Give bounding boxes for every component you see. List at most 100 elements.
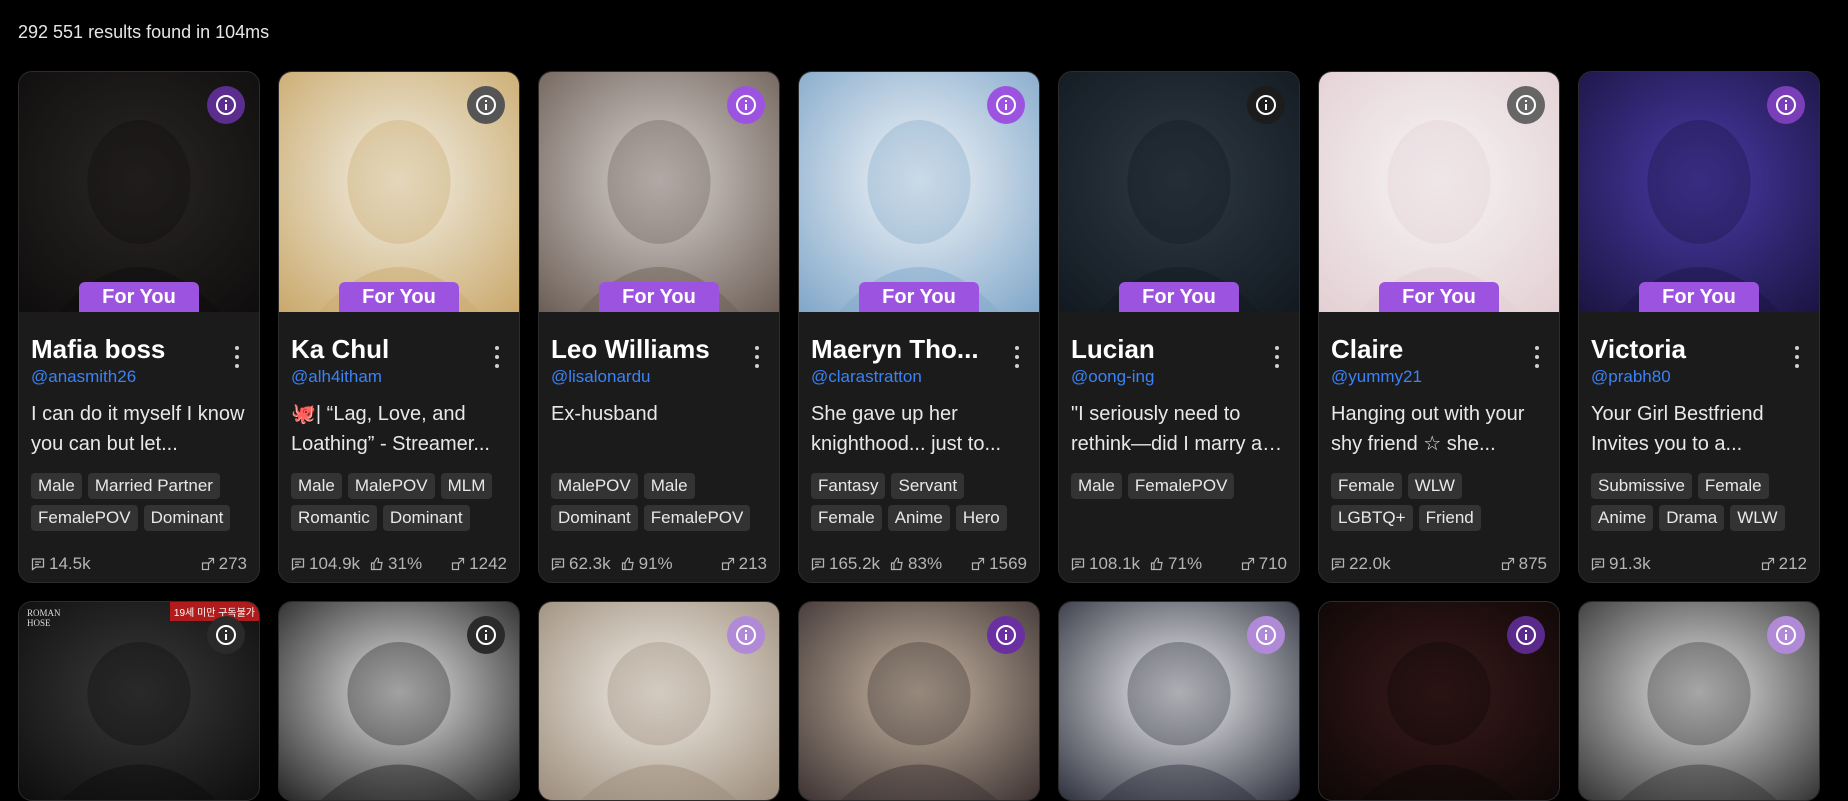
character-card[interactable]: For You Maeryn Tho... @clarastratton She ga… [798,71,1040,583]
card-thumbnail[interactable]: For You [1579,72,1819,312]
tag[interactable]: Female [811,505,882,531]
card-thumbnail[interactable] [539,602,779,800]
card-thumbnail[interactable]: 19세 미만 구독불가 ROMAN HOSE [19,602,259,800]
info-icon[interactable] [207,616,245,654]
card-body: Mafia boss @anasmith26 I can do it myself … [19,312,259,582]
share-icon [721,557,734,571]
tag[interactable]: Male [31,473,82,499]
creator-handle[interactable]: @alh4itham [291,367,507,387]
info-icon[interactable] [207,86,245,124]
creator-handle[interactable]: @oong-ing [1071,367,1287,387]
tag[interactable]: Female [1697,473,1769,499]
info-icon[interactable] [987,86,1025,124]
character-card[interactable]: For You Lucian @oong-ing "I seriously need … [1058,71,1300,583]
tag[interactable]: Dominant [551,505,638,531]
card-thumbnail[interactable]: For You [539,72,779,312]
tag[interactable]: Drama [1659,505,1725,531]
tag[interactable]: FemalePOV [31,505,138,531]
info-glyph [1516,625,1536,645]
tag[interactable]: Romantic [291,505,377,531]
more-options-icon[interactable] [1535,346,1539,368]
tag[interactable]: Male [1071,473,1122,499]
info-icon[interactable] [727,616,765,654]
tag[interactable]: MalePOV [347,473,435,499]
like-rate: 83% [890,554,942,574]
tag[interactable]: Female [1331,473,1402,499]
card-thumbnail[interactable]: For You [1059,72,1299,312]
card-stats: 62.3k 91% 213 [551,554,767,574]
info-icon[interactable] [1507,616,1545,654]
tag[interactable]: Friend [1418,505,1481,531]
card-thumbnail[interactable]: For You [279,72,519,312]
tag[interactable]: Fantasy [811,473,886,499]
character-card[interactable]: 19세 미만 구독불가 ROMAN HOSE [18,601,260,801]
character-card[interactable]: For You Mafia boss @anasmith26 I can do it … [18,71,260,583]
character-card[interactable] [798,601,1040,801]
info-icon[interactable] [1507,86,1545,124]
creator-handle[interactable]: @prabh80 [1591,367,1807,387]
info-icon[interactable] [1767,86,1805,124]
tag[interactable]: Servant [891,473,965,499]
character-card[interactable] [1578,601,1820,801]
share-icon [1501,557,1514,571]
character-card[interactable]: For You Claire @yummy21 Hanging out with yo… [1318,71,1560,583]
card-thumbnail[interactable] [1579,602,1819,800]
chat-icon [551,558,565,571]
share-icon [452,557,465,571]
more-options-icon[interactable] [495,346,499,368]
tag[interactable]: Anime [887,505,950,531]
for-you-badge: For You [1119,282,1239,312]
card-thumbnail[interactable] [1059,602,1299,800]
card-thumbnail[interactable]: For You [1319,72,1559,312]
card-thumbnail[interactable] [1319,602,1559,800]
tag[interactable]: FemalePOV [643,505,751,531]
fork-count-value: 273 [218,554,247,573]
card-thumbnail[interactable]: For You [799,72,1039,312]
tag[interactable]: Married Partner [87,473,220,499]
tag[interactable]: Dominant [382,505,470,531]
creator-handle[interactable]: @lisalonardu [551,367,767,387]
tag[interactable]: LGBTQ+ [1331,505,1413,531]
info-icon[interactable] [1767,616,1805,654]
like-rate: 71% [1150,554,1202,574]
info-icon[interactable] [1247,616,1285,654]
more-options-icon[interactable] [755,346,759,368]
character-card[interactable]: For You Ka Chul @alh4itham 🐙| “Lag, Love, a… [278,71,520,583]
fork-count: 1569 [971,554,1027,574]
tag[interactable]: Male [643,473,695,499]
creator-handle[interactable]: @yummy21 [1331,367,1547,387]
tag[interactable]: Anime [1591,505,1654,531]
card-stats: 104.9k 31% 1242 [291,554,507,574]
more-options-icon[interactable] [1275,346,1279,368]
character-card[interactable] [1058,601,1300,801]
tag[interactable]: WLW [1407,473,1462,499]
creator-handle[interactable]: @anasmith26 [31,367,247,387]
character-card[interactable]: For You Leo Williams @lisalonardu Ex-husban… [538,71,780,583]
character-grid: For You Mafia boss @anasmith26 I can do it … [18,71,1820,801]
character-card[interactable] [278,601,520,801]
tag[interactable]: WLW [1730,505,1785,531]
more-options-icon[interactable] [1015,346,1019,368]
character-card[interactable] [1318,601,1560,801]
tag[interactable]: MalePOV [551,473,638,499]
card-thumbnail[interactable] [799,602,1039,800]
tag[interactable]: Submissive [1591,473,1692,499]
card-thumbnail[interactable] [279,602,519,800]
info-icon[interactable] [467,616,505,654]
tag[interactable]: FemalePOV [1127,473,1235,499]
info-icon[interactable] [987,616,1025,654]
card-thumbnail[interactable]: For You [19,72,259,312]
more-options-icon[interactable] [235,346,239,368]
info-icon[interactable] [1247,86,1285,124]
tag[interactable]: MLM [440,473,493,499]
chat-count: 91.3k [1591,554,1651,574]
tag[interactable]: Male [291,473,342,499]
info-icon[interactable] [727,86,765,124]
info-icon[interactable] [467,86,505,124]
more-options-icon[interactable] [1795,346,1799,368]
creator-handle[interactable]: @clarastratton [811,367,1027,387]
tag[interactable]: Dominant [143,505,231,531]
character-card[interactable]: For You Victoria @prabh80 Your Girl Bestfri… [1578,71,1820,583]
tag[interactable]: Hero [955,505,1007,531]
character-card[interactable] [538,601,780,801]
